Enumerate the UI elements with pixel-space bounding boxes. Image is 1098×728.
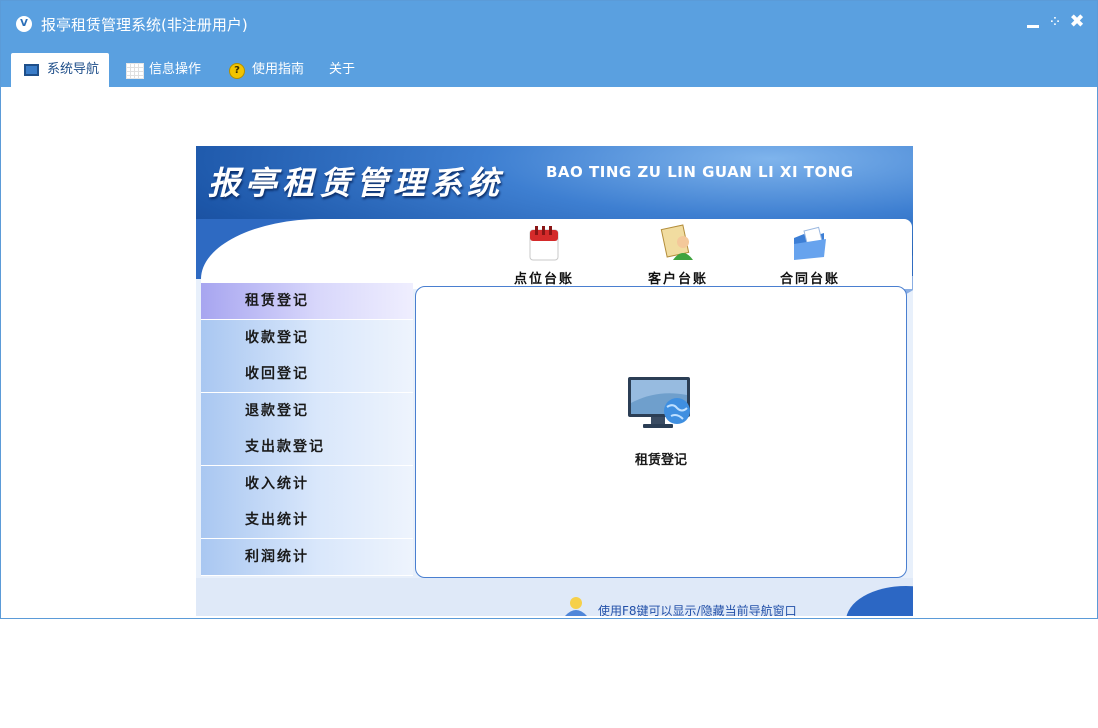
nav-item-label: 利润统计 [245,549,309,565]
menu-bar: 系统导航 信息操作 ? 使用指南 关于 [1,47,1097,87]
menu-item-system-nav[interactable]: 系统导航 [11,53,109,87]
quick-link-customer-ledger[interactable]: 客户台账 [633,224,723,287]
nav-item-label: 收入统计 [245,476,309,492]
customer-icon [660,224,693,260]
user-hint-icon [565,597,587,616]
menu-item-about[interactable]: 关于 [293,53,369,87]
nav-item-expense-stats[interactable]: 支出统计 [201,502,413,539]
monitor-icon [24,64,39,76]
window-title: 报亭租赁管理系统(非注册用户) [41,16,248,34]
quick-link-label: 合同台账 [779,272,840,287]
nav-item-expense-register[interactable]: 支出款登记 [201,429,413,466]
menu-item-info-ops[interactable]: 信息操作 [113,53,219,87]
menu-item-label: 系统导航 [47,62,100,77]
nav-item-payment-register[interactable]: 收款登记 [201,320,413,357]
content-label: 租赁登记 [634,453,687,468]
quick-link-label: 点位台账 [513,272,574,287]
minimize-icon [1027,25,1039,28]
nav-item-label: 收回登记 [245,366,309,382]
grid-icon [126,63,144,79]
minimize-button[interactable] [1024,11,1042,33]
title-bar[interactable]: V 报亭租赁管理系统(非注册用户) ⁘ ✖ [1,1,1097,47]
nav-item-label: 支出统计 [245,512,309,528]
menu-item-label: 关于 [329,62,356,77]
footer-bar [196,578,913,616]
folder-icon [794,226,826,260]
restore-icon: ⁘ [1048,12,1062,31]
nav-item-recovery-register[interactable]: 收回登记 [201,356,413,393]
quick-link-contract-ledger[interactable]: 合同台账 [765,224,855,287]
banner-title: 报亭租赁管理系统 [208,164,505,202]
left-nav-menu: 租赁登记 收款登记 收回登记 退款登记 支出款登记 收入统计 支出统计 利润统计 [201,283,413,578]
calendar-icon [529,226,559,261]
close-icon: ✖ [1069,11,1085,32]
nav-item-lease-register[interactable]: 租赁登记 [201,283,413,320]
nav-item-label: 收款登记 [245,330,309,346]
restore-button[interactable]: ⁘ [1046,11,1064,33]
nav-item-label: 租赁登记 [245,293,309,309]
help-icon: ? [229,63,245,79]
monitor-globe-icon [628,377,690,428]
content-shortcut[interactable] [627,375,693,439]
menu-item-label: 信息操作 [149,62,202,77]
nav-item-refund-register[interactable]: 退款登记 [201,393,413,430]
nav-item-label: 支出款登记 [245,439,325,455]
nav-item-income-stats[interactable]: 收入统计 [201,466,413,503]
main-window: V 报亭租赁管理系统(非注册用户) ⁘ ✖ 系统导航 信息操作 ? 使用指南 关… [0,0,1098,619]
quick-link-location-ledger[interactable]: 点位台账 [499,224,589,287]
banner-subtitle: BAO TING ZU LIN GUAN LI XI TONG [546,163,854,181]
quick-link-label: 客户台账 [647,272,708,287]
navigation-panel: 报亭租赁管理系统 BAO TING ZU LIN GUAN LI XI TONG… [196,146,913,616]
footer-hint: 使用F8键可以显示/隐藏当前导航窗口 [598,604,797,616]
close-button[interactable]: ✖ [1068,11,1086,33]
nav-item-profit-stats[interactable]: 利润统计 [201,539,413,576]
content-area: 租赁登记 [415,286,907,578]
app-icon: V [16,16,32,32]
nav-item-label: 退款登记 [245,403,309,419]
